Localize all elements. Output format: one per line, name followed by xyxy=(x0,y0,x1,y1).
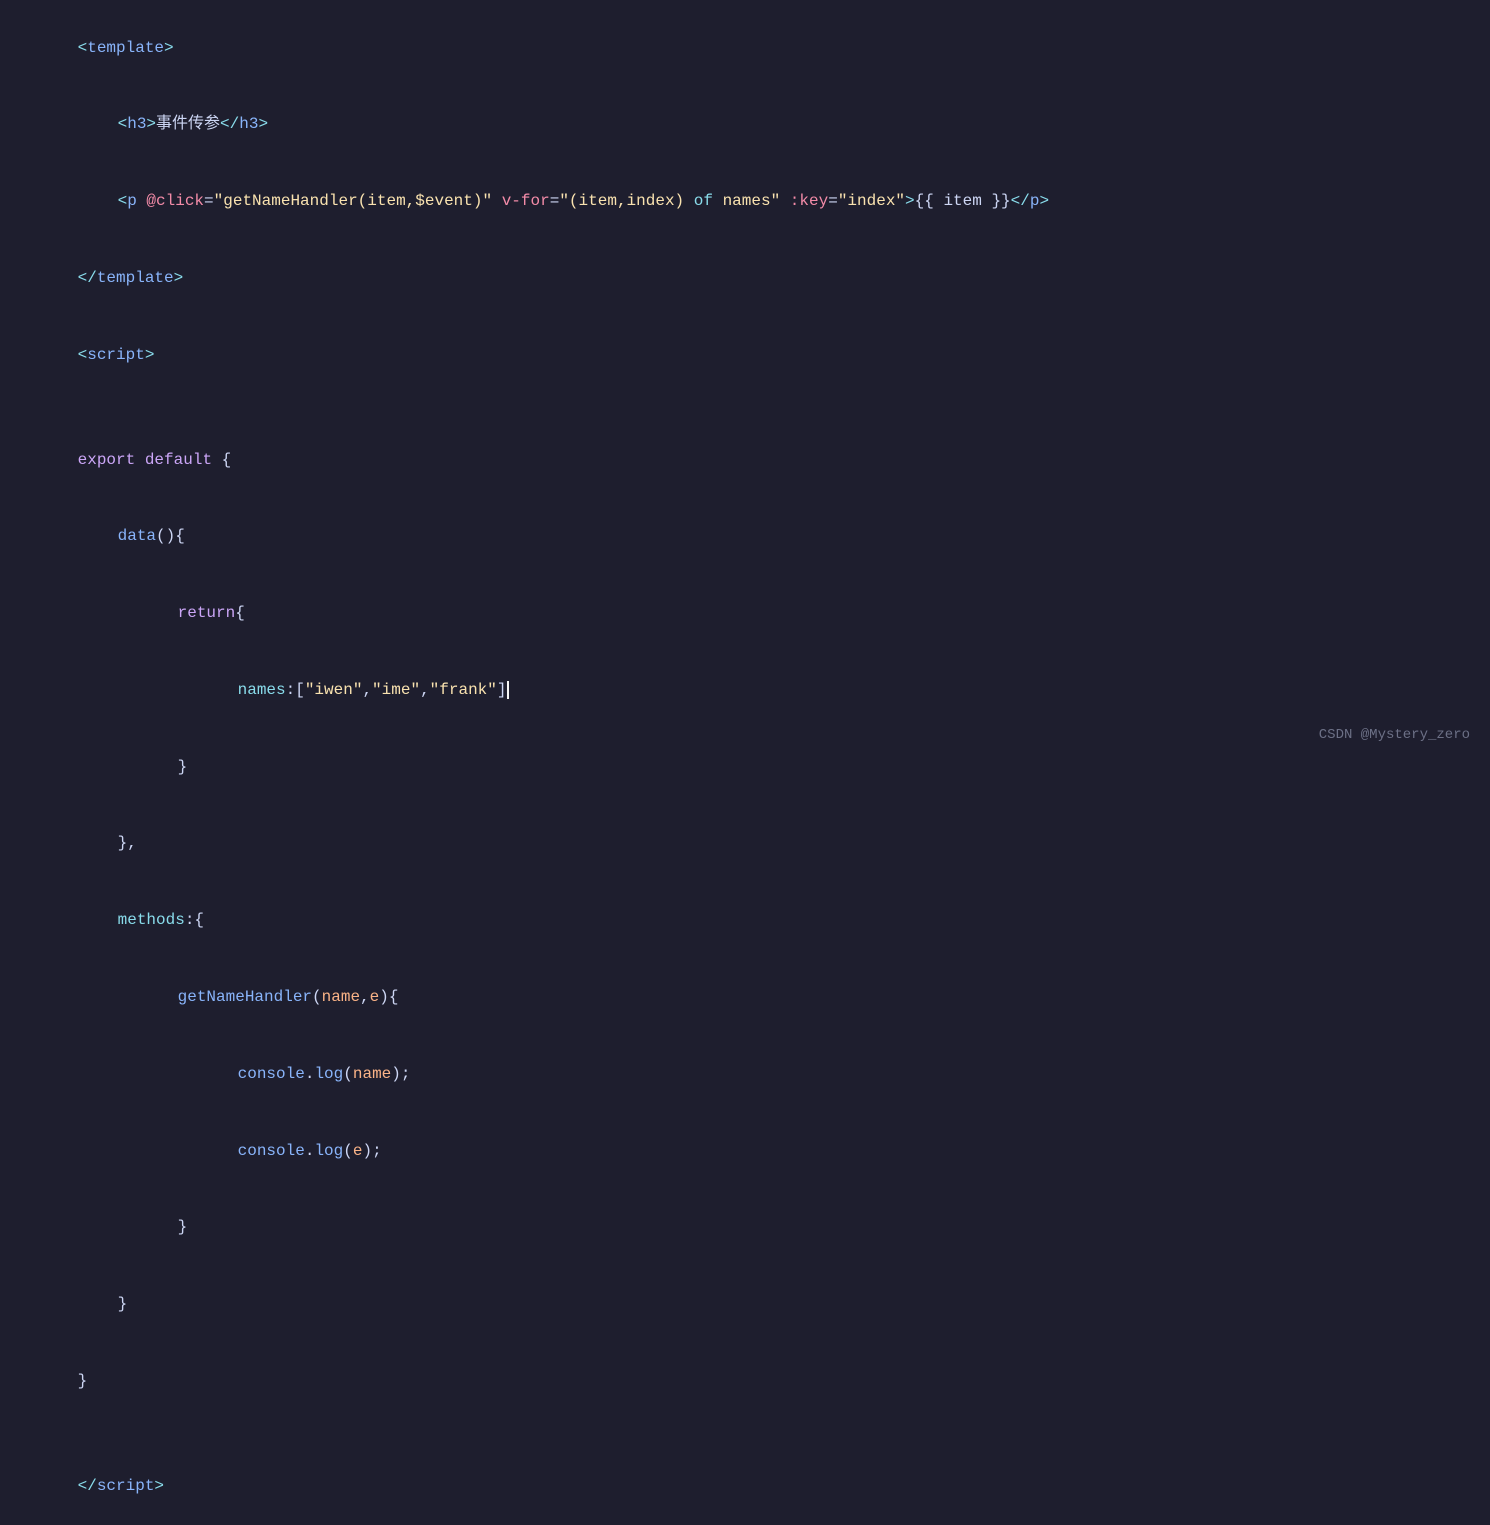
code-line-15: console.log(name); xyxy=(0,1036,1490,1113)
code-line-12: }, xyxy=(0,806,1490,883)
line-content-2: <h3>事件传参</h3> xyxy=(60,87,268,164)
line-content-15: console.log(name); xyxy=(180,1036,410,1113)
line-content-16: console.log(e); xyxy=(180,1113,382,1190)
code-editor: <template> <h3>事件传参</h3> <p @click="getN… xyxy=(0,0,1490,766)
line-content-11: } xyxy=(120,729,187,806)
code-line-16: console.log(e); xyxy=(0,1113,1490,1190)
line-content-3: <p @click="getNameHandler(item,$event)" … xyxy=(60,164,1049,241)
line-content-12: }, xyxy=(60,806,137,883)
code-line-13: methods:{ xyxy=(0,883,1490,960)
line-content-21: </script> xyxy=(20,1448,164,1525)
code-line-10: names:["iwen","ime","frank"] xyxy=(0,652,1490,729)
code-line-20 xyxy=(0,1420,1490,1448)
watermark: CSDN @Mystery_zero xyxy=(1319,724,1470,746)
code-line-11: } xyxy=(0,729,1490,806)
code-line-21: </script> xyxy=(0,1448,1490,1525)
line-content-14: getNameHandler(name,e){ xyxy=(120,959,398,1036)
line-content-17: } xyxy=(120,1190,187,1267)
code-line-2: <h3>事件传参</h3> xyxy=(0,87,1490,164)
code-line-8: data(){ xyxy=(0,499,1490,576)
line-content-10: names:["iwen","ime","frank"] xyxy=(180,652,509,729)
line-content-8: data(){ xyxy=(60,499,185,576)
line-content-18: } xyxy=(60,1267,127,1344)
line-content-7: export default { xyxy=(20,422,231,499)
code-line-7: export default { xyxy=(0,422,1490,499)
line-content-5: <script> xyxy=(20,317,154,394)
code-line-5: <script> xyxy=(0,317,1490,394)
code-line-6 xyxy=(0,394,1490,422)
code-line-19: } xyxy=(0,1343,1490,1420)
code-line-9: return{ xyxy=(0,575,1490,652)
text-cursor xyxy=(507,681,509,699)
line-content-13: methods:{ xyxy=(60,883,204,960)
code-line-18: } xyxy=(0,1267,1490,1344)
line-content-19: } xyxy=(20,1343,87,1420)
line-content-4: </template> xyxy=(20,240,183,317)
code-line-1: <template> xyxy=(0,10,1490,87)
code-line-3: <p @click="getNameHandler(item,$event)" … xyxy=(0,164,1490,241)
code-line-17: } xyxy=(0,1190,1490,1267)
code-line-4: </template> xyxy=(0,240,1490,317)
code-line-14: getNameHandler(name,e){ xyxy=(0,959,1490,1036)
line-content-9: return{ xyxy=(120,575,245,652)
line-content-1: <template> xyxy=(20,10,174,87)
